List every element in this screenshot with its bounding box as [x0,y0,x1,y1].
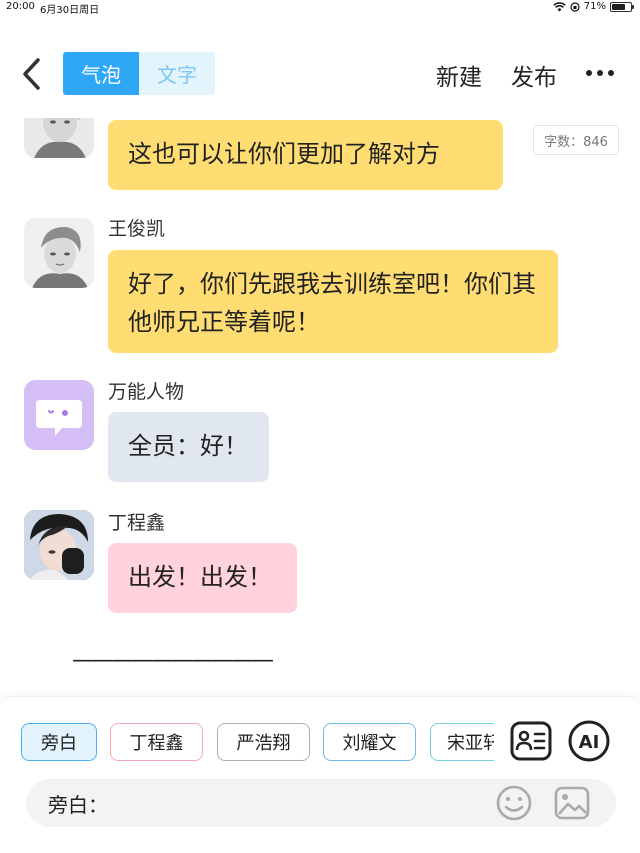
character-chip[interactable]: 丁程鑫 [110,723,203,761]
chat-bubble-icon [24,380,94,450]
avatar-wang-junkai[interactable] [24,218,94,288]
image-button[interactable] [552,783,592,823]
ai-icon: AI [568,720,610,762]
character-chip[interactable]: 刘耀文 [323,723,416,761]
speaker-name: 丁程鑫 [108,512,166,534]
input-speaker-label: 旁白： [48,793,108,817]
orientation-lock-icon [570,1,580,12]
message-bubble[interactable]: 出发！出发！ [108,543,297,613]
tab-text[interactable]: 文字 [139,52,215,95]
message-input[interactable] [106,787,486,819]
more-button[interactable] [586,70,614,76]
back-button[interactable] [18,56,46,92]
portrait-photo-icon [24,510,94,580]
character-chip[interactable]: 旁白 [21,723,97,761]
smiley-icon [496,785,532,821]
portrait-sketch-icon [24,118,94,158]
message-bubble[interactable]: 好了，你们先跟我去训练室吧！你们其他师兄正等着呢！ [108,250,558,353]
message-bubble[interactable]: 这也可以让你们更加了解对方 [108,120,503,190]
chevron-left-icon [23,58,40,90]
publish-button[interactable]: 发布 [511,58,557,92]
message-bubble[interactable]: 全员：好！ [108,412,269,482]
composer-panel: 旁白 丁程鑫 严浩翔 刘耀文 宋亚轩 AI 旁白： [0,696,640,853]
status-indicators: 71% [553,1,634,12]
character-card-button[interactable] [509,719,553,763]
ai-button[interactable]: AI [567,719,611,763]
divider-line: —————————— [72,648,274,673]
portrait-sketch-icon [24,218,94,288]
contact-card-icon [510,721,552,761]
top-toolbar: 气泡 文字 新建 发布 [0,40,640,110]
speaker-name: 万能人物 [108,381,185,403]
battery-level [612,3,625,10]
speaker-name: 王俊凯 [108,218,166,240]
message-text: 好了，你们先跟我去训练室吧！你们其他师兄正等着呢！ [128,270,536,336]
chat-content[interactable]: 这也可以让你们更加了解对方 字数：846 王俊凯 好了，你们先跟我去训练室吧！你… [0,118,640,696]
battery-percent: 71% [583,1,606,12]
message-text: 出发！出发！ [128,563,272,591]
ai-label: AI [579,732,600,753]
word-count: 字数：846 [533,125,619,155]
emoji-button[interactable] [494,783,534,823]
wifi-icon [553,1,566,11]
message-input-bar: 旁白： [26,779,616,827]
message-text: 这也可以让你们更加了解对方 [128,140,440,168]
view-mode-switch: 气泡 文字 [63,52,215,95]
character-chip[interactable]: 严浩翔 [217,723,310,761]
character-selector[interactable]: 旁白 丁程鑫 严浩翔 刘耀文 宋亚轩 [0,723,494,763]
character-chip[interactable]: 宋亚轩 [430,723,494,761]
more-dot [608,70,614,76]
status-date: 6月30日周日 [40,5,100,16]
more-dot [597,70,603,76]
status-time: 20:00 [6,1,35,12]
battery-icon [610,1,634,12]
more-dot [586,70,592,76]
avatar-wang-junkai[interactable] [24,118,94,158]
message-text: 全员：好！ [128,432,248,460]
tab-bubble[interactable]: 气泡 [63,52,139,95]
avatar-ding-chengxin[interactable] [24,510,94,580]
new-button[interactable]: 新建 [436,58,482,92]
avatar-universal-character[interactable] [24,380,94,450]
image-icon [554,786,590,820]
status-bar: 20:00 6月30日周日 71% [0,0,640,16]
